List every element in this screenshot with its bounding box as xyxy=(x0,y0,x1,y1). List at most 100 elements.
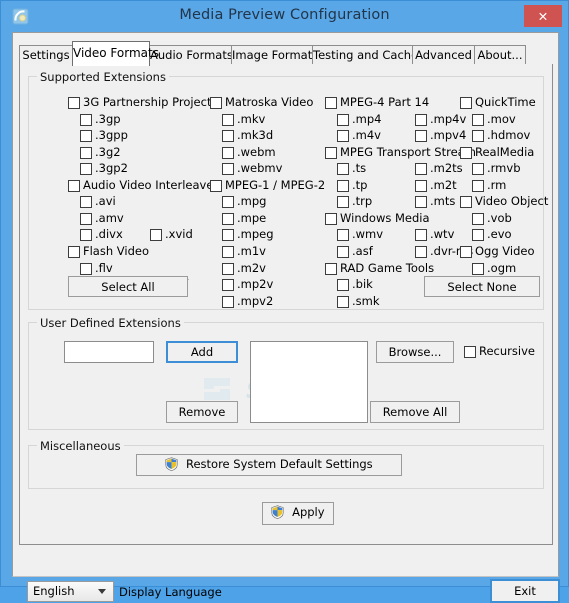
checkbox-box[interactable] xyxy=(415,130,427,143)
checkbox-label: Flash Video xyxy=(83,243,150,258)
checkbox-box[interactable] xyxy=(210,97,222,109)
checkbox-box[interactable] xyxy=(472,262,484,275)
checkbox-box[interactable] xyxy=(222,295,234,308)
checkbox-box[interactable] xyxy=(460,196,472,209)
checkbox-box[interactable] xyxy=(337,179,349,192)
checkbox-label: .rmvb xyxy=(487,161,521,176)
uac-shield-icon xyxy=(271,505,284,522)
checkbox-box[interactable] xyxy=(222,163,234,176)
select-all-button[interactable]: Select All xyxy=(68,276,188,297)
checkbox-box[interactable] xyxy=(472,130,484,143)
close-button[interactable]: ✕ xyxy=(524,5,562,27)
client-area: Settings Video Formats Audio Formats Image … xyxy=(12,32,560,603)
checkbox-box[interactable] xyxy=(337,245,349,258)
tab-about[interactable]: About... xyxy=(474,45,526,65)
checkbox-box[interactable] xyxy=(222,212,234,225)
checkbox-box[interactable] xyxy=(222,130,234,143)
checkbox-label: MPEG-4 Part 14 xyxy=(340,95,430,109)
checkbox-box[interactable] xyxy=(472,179,484,192)
checkbox-box[interactable] xyxy=(415,113,427,126)
checkbox-label: .mpv4 xyxy=(430,128,467,143)
exit-button[interactable]: Exit xyxy=(490,579,560,603)
checkbox-box[interactable] xyxy=(68,245,80,258)
checkbox-label: .3gp2 xyxy=(95,161,128,176)
checkbox-box[interactable] xyxy=(472,113,484,126)
checkbox-box[interactable] xyxy=(222,245,234,258)
remove-button[interactable]: Remove xyxy=(166,401,238,423)
checkbox-box[interactable] xyxy=(325,262,337,275)
checkbox-box[interactable] xyxy=(80,212,92,225)
checkbox-box[interactable] xyxy=(222,262,234,275)
checkbox-box[interactable] xyxy=(68,97,80,109)
window-title: Media Preview Configuration xyxy=(179,7,390,23)
display-language-value: English xyxy=(33,584,75,598)
checkbox-box[interactable] xyxy=(222,279,234,292)
checkbox-box[interactable] xyxy=(80,196,92,209)
checkbox-box[interactable] xyxy=(222,146,234,159)
checkbox-box[interactable] xyxy=(460,245,472,258)
checkbox-box[interactable] xyxy=(415,196,427,209)
checkbox-box[interactable] xyxy=(415,163,427,176)
tab-image-formats[interactable]: Image Formats xyxy=(231,45,318,65)
user-extension-input[interactable] xyxy=(64,341,154,363)
checkbox-box[interactable] xyxy=(222,196,234,209)
checkbox-box[interactable] xyxy=(472,229,484,242)
display-language-select[interactable]: English xyxy=(27,581,114,602)
checkbox-box[interactable] xyxy=(80,130,92,143)
checkbox-box[interactable] xyxy=(325,146,337,159)
checkbox-box[interactable] xyxy=(337,163,349,176)
tab-settings[interactable]: Settings xyxy=(19,45,73,65)
checkbox-box[interactable] xyxy=(472,163,484,176)
checkbox-box[interactable] xyxy=(80,262,92,275)
checkbox-label: .m2t xyxy=(430,177,457,192)
checkbox-box[interactable] xyxy=(80,146,92,159)
checkbox-label: .mkv xyxy=(237,111,266,126)
restore-defaults-button[interactable]: Restore System Default Settings xyxy=(136,454,402,476)
checkbox-label: 3G Partnership Project xyxy=(83,95,212,109)
checkbox-box[interactable] xyxy=(415,179,427,192)
apply-button[interactable]: Apply xyxy=(262,502,334,525)
checkbox-box[interactable] xyxy=(80,229,92,242)
checkbox-label: .tp xyxy=(352,177,368,192)
tab-strip: Settings Video Formats Audio Formats Image … xyxy=(19,41,553,66)
remove-all-button[interactable]: Remove All xyxy=(370,401,460,423)
chevron-down-icon xyxy=(98,589,106,594)
browse-button[interactable]: Browse... xyxy=(376,341,454,363)
checkbox-box[interactable] xyxy=(337,279,349,292)
checkbox-box[interactable] xyxy=(415,229,427,242)
checkbox-box[interactable] xyxy=(472,212,484,225)
checkbox-box[interactable] xyxy=(337,229,349,242)
checkbox-label: QuickTime xyxy=(475,95,536,109)
tab-advanced[interactable]: Advanced xyxy=(412,45,475,65)
add-button[interactable]: Add xyxy=(166,341,238,363)
checkbox-box[interactable] xyxy=(337,295,349,308)
checkbox-box[interactable] xyxy=(337,113,349,126)
select-none-button[interactable]: Select None xyxy=(424,276,540,297)
checkbox-box[interactable] xyxy=(210,179,222,192)
recursive-checkbox-box[interactable] xyxy=(464,346,476,358)
display-language-label: Display Language xyxy=(119,585,222,599)
checkbox-box[interactable] xyxy=(80,163,92,176)
checkbox-box[interactable] xyxy=(460,97,472,109)
checkbox-label: .mpeg xyxy=(237,227,274,242)
checkbox-box[interactable] xyxy=(222,113,234,126)
tab-video-formats[interactable]: Video Formats xyxy=(72,41,159,66)
checkbox-label: Video Object xyxy=(475,194,549,209)
checkbox-box[interactable] xyxy=(80,113,92,126)
checkbox-box[interactable] xyxy=(68,179,80,192)
checkbox-box[interactable] xyxy=(325,212,337,225)
tab-audio-formats[interactable]: Audio Formats xyxy=(149,45,233,65)
checkbox-label: .evo xyxy=(487,227,512,242)
checkbox-box[interactable] xyxy=(415,245,427,258)
title-bar: Media Preview Configuration ✕ xyxy=(1,1,568,32)
checkbox-box[interactable] xyxy=(460,146,472,159)
tab-testing-and-cache[interactable]: Testing and Cache xyxy=(312,45,418,65)
checkbox-label: .mp4v xyxy=(430,111,467,126)
checkbox-box[interactable] xyxy=(337,130,349,143)
checkbox-box[interactable] xyxy=(337,196,349,209)
checkbox-box[interactable] xyxy=(222,229,234,242)
checkbox-box[interactable] xyxy=(325,97,337,109)
user-extensions-list[interactable] xyxy=(250,341,368,423)
checkbox-box[interactable] xyxy=(150,229,162,242)
supported-extensions-label: Supported Extensions xyxy=(37,70,169,84)
